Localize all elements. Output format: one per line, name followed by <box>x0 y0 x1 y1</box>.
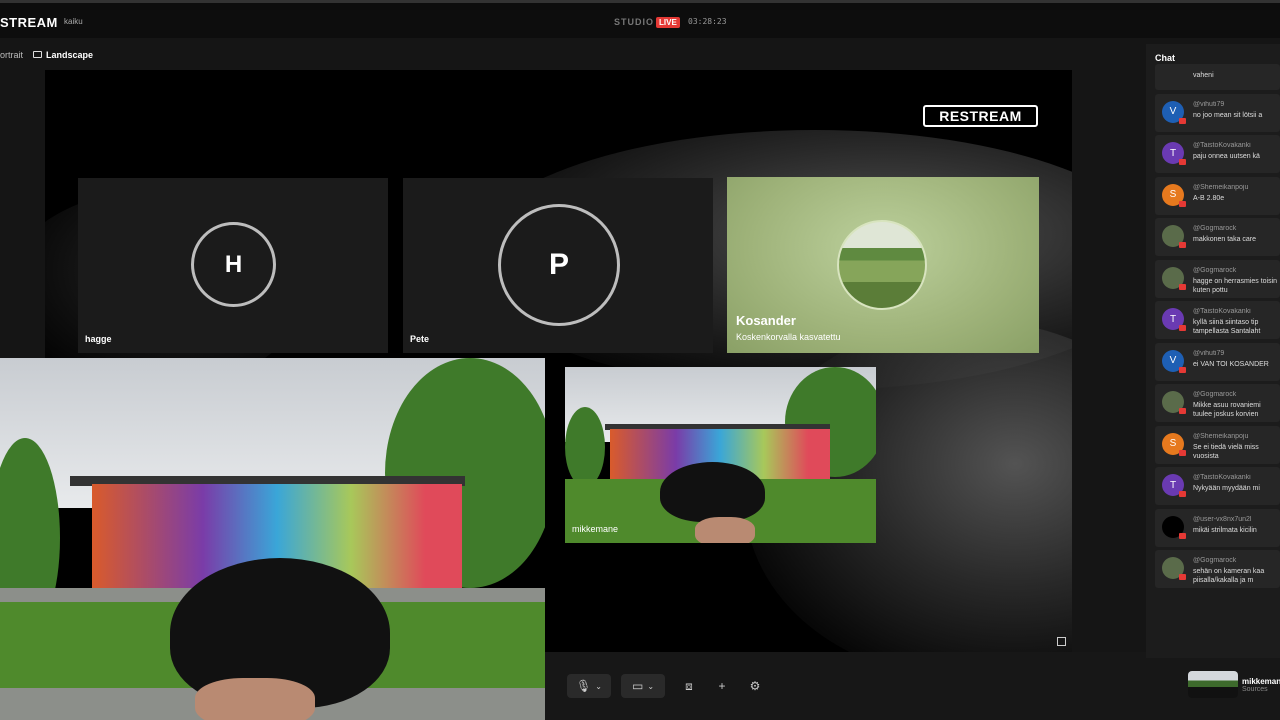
chat-text: A-B 2.80e <box>1193 194 1225 202</box>
screen-share-icon: ⧈ <box>685 678 693 693</box>
chat-panel: Chat vaheni V @vihuti79 no joo mean sit löt… <box>1146 44 1280 658</box>
chat-message: @Gogmarock hagge on herrasmies toisin kut… <box>1155 259 1280 298</box>
camera-name-label: mikkemane <box>572 524 619 534</box>
chat-text: sehän on kameran kaa piisalla/kakalla ja… <box>1193 568 1265 584</box>
chat-username: @Gogmarock <box>1193 266 1237 274</box>
youtube-icon <box>1179 532 1186 539</box>
participant-tile-hagge[interactable]: H hagge <box>78 178 388 353</box>
participant-tile-kosander[interactable]: Kosander Koskenkorvalla kasvatettu <box>727 177 1039 353</box>
camera-tree <box>565 407 605 487</box>
chat-text: no joo mean sit lötsii a <box>1193 111 1263 119</box>
chat-text: Se ei tiedä vielä miss vuosista <box>1193 443 1259 460</box>
chat-message: @Gogmarock Mikke asuu rovaniemi tuulee jo… <box>1155 384 1280 422</box>
youtube-icon <box>1179 408 1186 414</box>
participant-name: Pete <box>410 334 430 344</box>
chat-message: @Gogmarock sehän on kameran kaa piisalla/… <box>1155 550 1280 588</box>
workspace-name[interactable]: kaiku <box>64 17 83 26</box>
chat-message: S @Shemeikanpoju Se ei tiedä vielä miss vu… <box>1155 425 1280 464</box>
chat-message: V @vihuti79 no joo mean sit lötsii a <box>1155 93 1280 132</box>
camera-tile-mikkemane[interactable]: mikkemane <box>565 367 876 543</box>
youtube-icon <box>1179 117 1186 124</box>
studio-label: STUDIO <box>614 17 655 27</box>
stream-timer: 03:28:23 <box>688 17 727 26</box>
youtube-icon <box>1179 325 1186 331</box>
youtube-icon <box>1179 574 1186 580</box>
chevron-down-icon[interactable]: ⌄ <box>647 682 654 691</box>
chat-message: vaheni <box>1155 64 1280 90</box>
youtube-icon <box>1179 491 1186 497</box>
chat-username: @Gogmarock <box>1193 225 1237 232</box>
microphone-icon: 🎙 <box>576 679 592 693</box>
settings-button[interactable]: ⚙ <box>743 674 767 698</box>
plus-icon: + <box>718 679 726 693</box>
control-bar: 🎙 ⌄ ▭ ⌄ ⧈ + ⚙ <box>545 652 1280 720</box>
chat-username: @TaistoKovakanki <box>1193 142 1251 149</box>
chat-text: makkonen taka care <box>1193 236 1257 243</box>
chat-username: @vihuti79 <box>1193 349 1225 357</box>
chat-message: T @TaistoKovakanki kyllä siinä siintaso ti… <box>1155 301 1280 339</box>
camera-person <box>660 462 765 522</box>
fullscreen-icon[interactable] <box>1057 637 1066 646</box>
monitor-icon <box>33 51 42 58</box>
chat-message: T @TaistoKovakanki Nykyään myydään mi <box>1155 467 1280 505</box>
chat-username: @Shemeikanpoju <box>1193 432 1249 440</box>
avatar: P <box>498 204 620 326</box>
chat-username: @Gogmarock <box>1193 391 1237 398</box>
chat-text: hagge on herrasmies toisin kuten pottu <box>1193 277 1278 294</box>
youtube-icon <box>1179 200 1186 207</box>
chat-username: @user-vx8nx7un2l <box>1193 515 1252 523</box>
chat-text: paju onnea uutsen kä <box>1193 153 1260 160</box>
self-preview-thumbnail[interactable] <box>1188 671 1238 698</box>
chat-text: mikäi strilmata kicilin <box>1193 526 1257 534</box>
chat-username: @TaistoKovakanki <box>1193 308 1251 315</box>
participant-tile-pete[interactable]: P Pete <box>403 178 713 353</box>
chat-username: @Gogmarock <box>1193 557 1237 564</box>
camera-icon: ▭ <box>631 679 644 693</box>
portrait-toggle[interactable]: ortrait <box>0 50 23 60</box>
brand-logo[interactable]: STREAM <box>0 15 58 30</box>
youtube-icon <box>1179 283 1186 290</box>
youtube-icon <box>1179 242 1186 248</box>
screen-share-button[interactable]: ⧈ <box>677 674 701 698</box>
microphone-button[interactable]: 🎙 ⌄ <box>567 674 611 698</box>
landscape-toggle[interactable]: Landscape <box>46 50 93 60</box>
self-subtitle: Sources <box>1242 686 1268 693</box>
youtube-icon <box>1179 366 1186 373</box>
chat-text: ei VAN TOI KOSANDER <box>1193 360 1269 368</box>
avatar: H <box>191 222 276 307</box>
camera-preview-overlay <box>0 358 545 720</box>
gear-icon: ⚙ <box>749 679 761 693</box>
chat-text: kyllä siinä siintaso tip tampellasta San… <box>1193 319 1261 335</box>
chat-text: Nykyään myydään mi <box>1193 485 1260 492</box>
camera-face <box>195 678 315 720</box>
top-bar: STREAM kaiku STUDIO LIVE 03:28:23 <box>0 0 1280 38</box>
chat-title: Chat <box>1155 53 1175 63</box>
chevron-down-icon[interactable]: ⌄ <box>595 682 602 691</box>
chat-message: @Gogmarock makkonen taka care <box>1155 218 1280 256</box>
add-button[interactable]: + <box>710 674 734 698</box>
chat-message-list[interactable]: vaheni V @vihuti79 no joo mean sit lötsii a… <box>1155 64 1280 592</box>
live-badge: LIVE <box>656 17 680 28</box>
youtube-icon <box>1179 449 1186 456</box>
restream-watermark: RESTREAM <box>923 105 1038 127</box>
self-name: mikkemane <box>1242 677 1280 686</box>
chat-username: @vihuti79 <box>1193 100 1225 108</box>
chat-text: Mikke asuu rovaniemi tuulee joskus korvi… <box>1193 402 1261 418</box>
chat-message: S @Shemeikanpoju A-B 2.80e <box>1155 176 1280 215</box>
chat-username: @Shemeikanpoju <box>1193 183 1249 191</box>
camera-face <box>695 517 755 543</box>
chat-username: @TaistoKovakanki <box>1193 474 1251 481</box>
chat-message: @user-vx8nx7un2l mikäi strilmata kicilin <box>1155 508 1280 547</box>
participant-name: hagge <box>85 334 112 344</box>
participant-name: Kosander <box>736 313 796 328</box>
chat-message: T @TaistoKovakanki paju onnea uutsen kä <box>1155 135 1280 173</box>
chat-message: V @vihuti79 ei VAN TOI KOSANDER <box>1155 342 1280 381</box>
camera-button[interactable]: ▭ ⌄ <box>621 674 665 698</box>
youtube-icon <box>1179 159 1186 165</box>
chat-text: vaheni <box>1193 72 1214 79</box>
avatar <box>837 220 927 310</box>
participant-subtitle: Koskenkorvalla kasvatettu <box>736 332 841 342</box>
